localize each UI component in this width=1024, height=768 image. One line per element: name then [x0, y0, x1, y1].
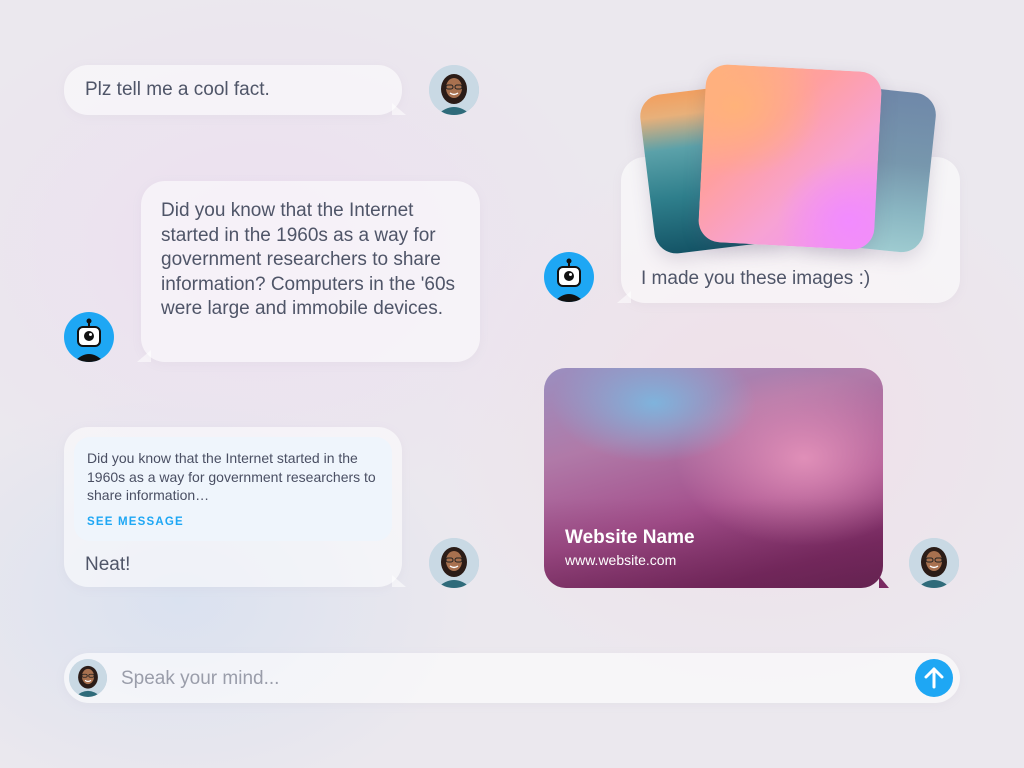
user-photo-icon	[429, 538, 479, 588]
bot-message-bubble: Did you know that the Internet started i…	[141, 181, 480, 362]
message-text: Did you know that the Internet started i…	[161, 200, 456, 319]
see-message-link[interactable]: SEE MESSAGE	[87, 513, 379, 532]
link-url: www.website.com	[565, 552, 677, 568]
message-composer	[64, 653, 960, 705]
link-title: Website Name	[565, 527, 695, 548]
user-message-bubble: Plz tell me a cool fact.	[64, 65, 402, 115]
arrow-up-icon	[924, 667, 944, 689]
generated-image-gradient[interactable]	[697, 63, 883, 251]
robot-icon	[74, 318, 104, 362]
link-preview-card[interactable]: Website Name www.website.com	[544, 368, 883, 588]
message-text: I made you these images :)	[641, 268, 871, 289]
message-text: Neat!	[85, 554, 131, 575]
user-avatar[interactable]	[429, 65, 479, 115]
message-input[interactable]	[119, 653, 903, 705]
quoted-message[interactable]: Did you know that the Internet started i…	[74, 437, 392, 541]
bot-avatar[interactable]	[64, 312, 114, 362]
user-reply-bubble: Did you know that the Internet started i…	[64, 427, 402, 587]
user-photo-icon	[429, 65, 479, 115]
quoted-message-text: Did you know that the Internet started i…	[87, 450, 376, 503]
robot-icon	[554, 258, 584, 302]
user-photo-icon	[69, 659, 107, 697]
send-button[interactable]	[915, 659, 953, 697]
composer-user-avatar[interactable]	[69, 659, 107, 697]
user-avatar[interactable]	[429, 538, 479, 588]
bot-avatar[interactable]	[544, 252, 594, 302]
user-photo-icon	[909, 538, 959, 588]
message-text: Plz tell me a cool fact.	[85, 79, 270, 100]
user-avatar[interactable]	[909, 538, 959, 588]
